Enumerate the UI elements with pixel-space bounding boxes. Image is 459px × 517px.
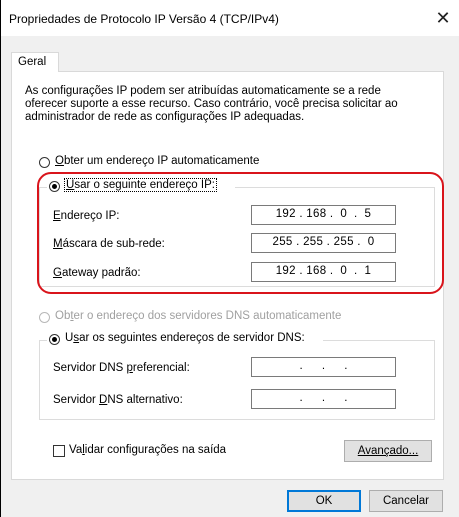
title-bar[interactable]: Propriedades de Protocolo IP Versão 4 (T…	[1, 0, 459, 36]
ip-address-input[interactable]: 192 . 168 . 0 . 5	[251, 205, 396, 225]
subnet-mask-value: 255 . 255 . 255 . 0	[272, 236, 375, 248]
radio-dns-manual-label[interactable]: Usar os seguintes endereços de servidor …	[65, 332, 305, 344]
gateway-input[interactable]: 192 . 168 . 0 . 1	[251, 262, 396, 282]
subnet-mask-label: Máscara de sub-rede:	[53, 238, 165, 250]
tab-geral[interactable]: Geral	[11, 52, 59, 72]
dns-preferred-value: . . .	[299, 360, 348, 372]
radio-dns-auto[interactable]	[39, 312, 50, 323]
dns-preferred-label: Servidor DNS preferencial:	[53, 362, 190, 374]
radio-ip-auto[interactable]	[39, 157, 50, 168]
ok-button[interactable]: OK	[287, 490, 361, 512]
dns-alternate-label: Servidor DNS alternativo:	[53, 394, 183, 406]
dns-preferred-input[interactable]: . . .	[251, 357, 396, 377]
cancel-button-label: Cancelar	[382, 495, 430, 507]
radio-dns-manual[interactable]	[49, 334, 60, 345]
subnet-mask-input[interactable]: 255 . 255 . 255 . 0	[251, 233, 396, 253]
dns-alternate-value: . . .	[299, 392, 348, 404]
ip-address-value: 192 . 168 . 0 . 5	[275, 208, 372, 220]
ip-address-label: Endereço IP:	[53, 210, 120, 222]
advanced-button[interactable]: Avançado...	[344, 440, 432, 462]
radio-ip-auto-label[interactable]: Obter um endereço IP automaticamente	[55, 155, 259, 167]
advanced-button-label: Avançado...	[357, 445, 419, 457]
close-icon[interactable]: ✕	[433, 8, 453, 28]
radio-ip-manual-label-rest: sar o seguinte endereço IP:	[74, 179, 215, 191]
validate-checkbox-label[interactable]: Validar configurações na saída	[69, 444, 226, 456]
ok-button-label: OK	[315, 495, 333, 507]
radio-ip-manual[interactable]	[49, 181, 60, 192]
dns-alternate-input[interactable]: . . .	[251, 389, 396, 409]
gateway-value: 192 . 168 . 0 . 1	[275, 265, 372, 277]
info-description: As configurações IP podem ser atribuídas…	[25, 85, 398, 123]
tab-geral-label: Geral	[18, 56, 47, 68]
radio-ip-auto-label-rest: bter um endereço IP automaticamente	[63, 155, 260, 167]
gateway-label: Gateway padrão:	[53, 267, 141, 279]
radio-ip-manual-label[interactable]: Usar o seguinte endereço IP:	[64, 178, 217, 192]
window-title: Propriedades de Protocolo IP Versão 4 (T…	[9, 12, 279, 26]
validate-checkbox[interactable]	[53, 445, 65, 457]
radio-dns-auto-label[interactable]: Obter o endereço dos servidores DNS auto…	[55, 310, 341, 322]
ipv4-properties-dialog: Propriedades de Protocolo IP Versão 4 (T…	[1, 0, 459, 517]
cancel-button[interactable]: Cancelar	[369, 490, 443, 512]
